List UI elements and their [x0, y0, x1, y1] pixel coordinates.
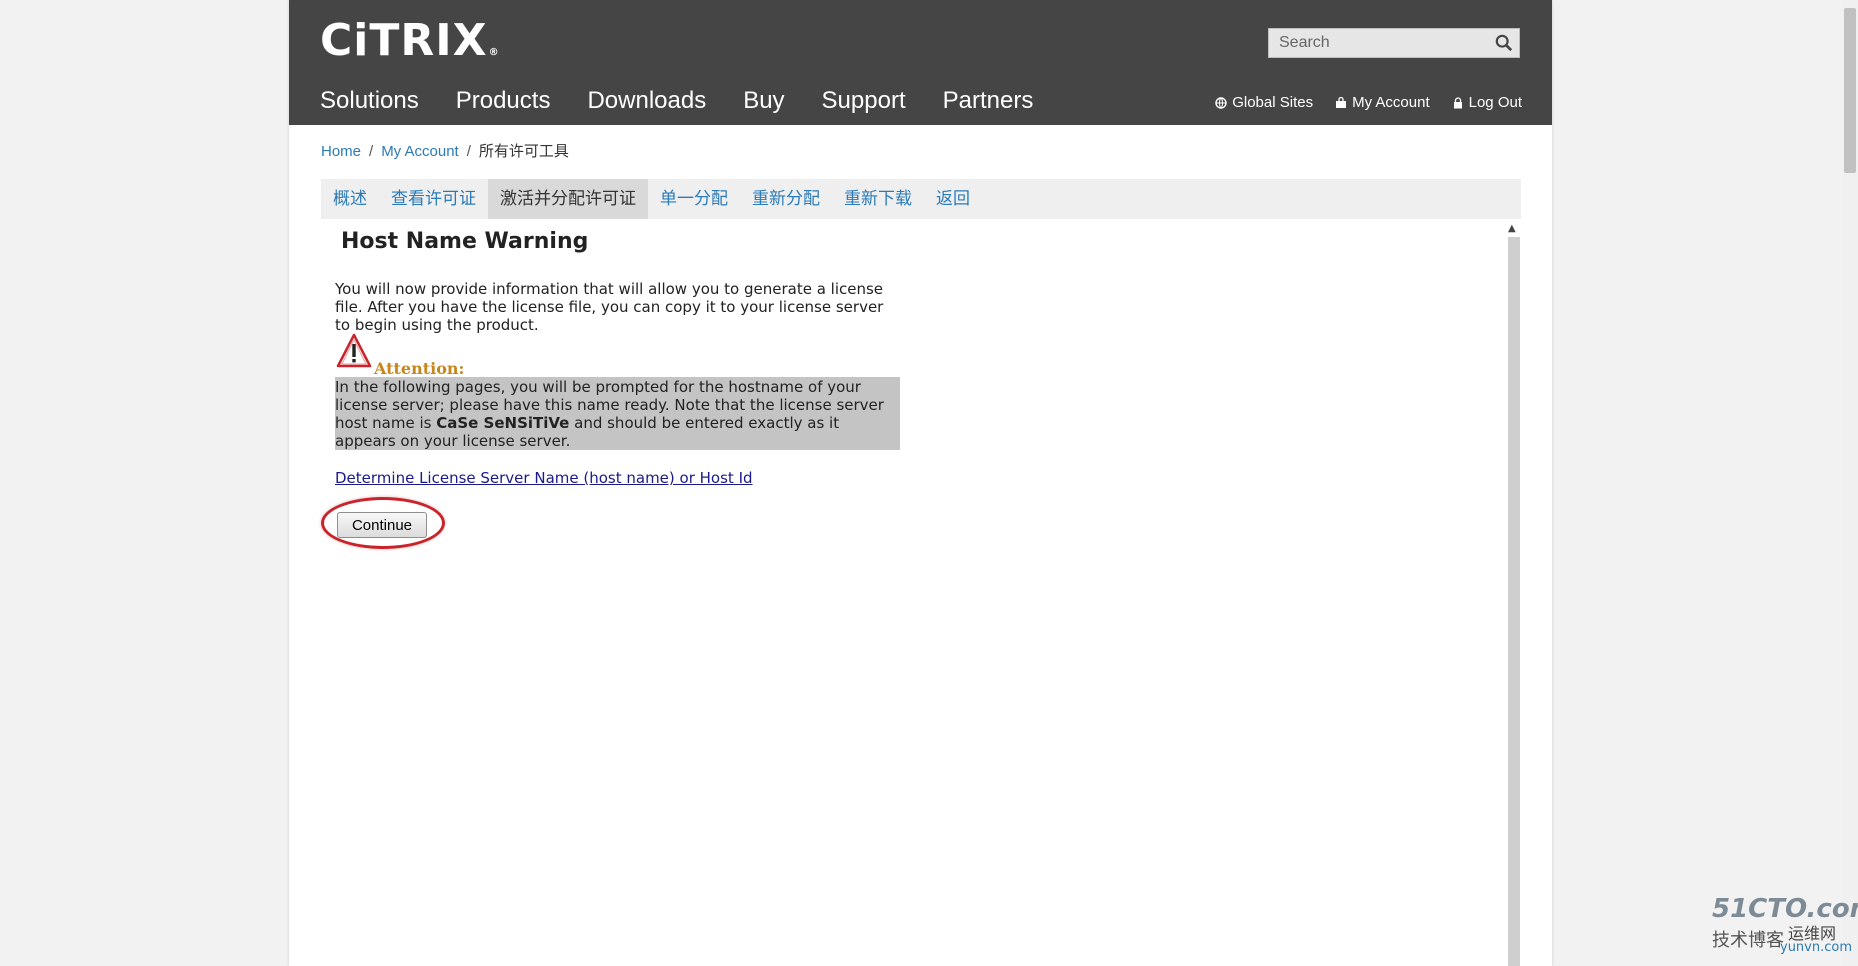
global-sites-link[interactable]: Global Sites — [1215, 94, 1313, 111]
nav-buy[interactable]: Buy — [743, 86, 784, 116]
search-box — [1268, 28, 1520, 58]
search-icon[interactable] — [1495, 34, 1513, 52]
breadcrumb-home[interactable]: Home — [321, 143, 361, 160]
watermark-url: yunvn.com — [1780, 940, 1853, 955]
bag-icon — [1336, 96, 1347, 108]
window-scrollbar[interactable] — [1842, 0, 1858, 966]
nav-downloads[interactable]: Downloads — [587, 86, 706, 116]
logo-text: CiTRIX — [320, 15, 488, 66]
log-out-link[interactable]: Log Out — [1452, 94, 1522, 111]
nav-partners[interactable]: Partners — [943, 86, 1034, 116]
license-tabs: 概述 查看许可证 激活并分配许可证 单一分配 重新分配 重新下载 返回 — [321, 179, 1521, 219]
lock-icon — [1453, 96, 1462, 108]
attention-label: Attention: — [374, 359, 465, 378]
search-input[interactable] — [1269, 29, 1499, 57]
my-account-link[interactable]: My Account — [1335, 94, 1430, 111]
watermark-logo: 51CTO.com 技术博客 运维网 yunvn.com — [1712, 894, 1858, 960]
tab-reallocate[interactable]: 重新分配 — [740, 179, 832, 219]
watermark-sub: 技术博客 — [1712, 930, 1784, 951]
tab-single-allocation[interactable]: 单一分配 — [648, 179, 740, 219]
case-sensitive-emphasis: CaSe SeNSiTiVe — [436, 414, 570, 432]
site-header: CiTRIX® Solutions Products Downloads Buy… — [289, 0, 1552, 125]
log-out-label: Log Out — [1468, 94, 1522, 111]
nav-solutions[interactable]: Solutions — [320, 86, 419, 116]
tab-overview[interactable]: 概述 — [321, 179, 379, 219]
tab-view-licenses[interactable]: 查看许可证 — [379, 179, 488, 219]
utility-nav: Global Sites My Account Log Out — [1193, 94, 1522, 111]
scrollbar-track[interactable] — [1508, 237, 1520, 966]
global-sites-label: Global Sites — [1232, 94, 1314, 111]
tab-activate-allocate[interactable]: 激活并分配许可证 — [488, 179, 648, 219]
globe-icon — [1215, 96, 1227, 109]
attention-text: In the following pages, you will be prom… — [335, 377, 900, 450]
logo-registered-mark: ® — [488, 47, 500, 58]
my-account-label: My Account — [1352, 94, 1430, 111]
breadcrumb-separator: / — [369, 143, 374, 160]
warning-icon — [336, 333, 372, 368]
breadcrumb-current: 所有许可工具 — [478, 143, 569, 160]
continue-button[interactable]: Continue — [337, 512, 427, 538]
determine-host-link[interactable]: Determine License Server Name (host name… — [335, 469, 753, 487]
nav-support[interactable]: Support — [822, 86, 906, 116]
content-frame: Host Name Warning You will now provide i… — [321, 219, 1509, 966]
content-scrollbar[interactable]: ▲ — [1505, 219, 1521, 966]
continue-area: Continue — [321, 497, 451, 555]
tab-return[interactable]: 返回 — [924, 179, 982, 219]
citrix-logo[interactable]: CiTRIX® — [320, 14, 500, 68]
main-nav: Solutions Products Downloads Buy Support… — [320, 86, 1070, 116]
tab-redownload[interactable]: 重新下载 — [832, 179, 924, 219]
breadcrumb-separator: / — [466, 143, 471, 160]
breadcrumb-my-account[interactable]: My Account — [381, 143, 459, 160]
page-title: Host Name Warning — [341, 229, 589, 254]
breadcrumb: Home / My Account / 所有许可工具 — [321, 140, 569, 161]
watermark-main: 51CTO.com — [1712, 894, 1858, 924]
window-scrollbar-thumb[interactable] — [1844, 8, 1856, 173]
nav-products[interactable]: Products — [456, 86, 551, 116]
page-container: CiTRIX® Solutions Products Downloads Buy… — [289, 0, 1552, 966]
intro-text: You will now provide information that wi… — [335, 280, 884, 334]
scroll-up-arrow-icon[interactable]: ▲ — [1508, 223, 1516, 234]
